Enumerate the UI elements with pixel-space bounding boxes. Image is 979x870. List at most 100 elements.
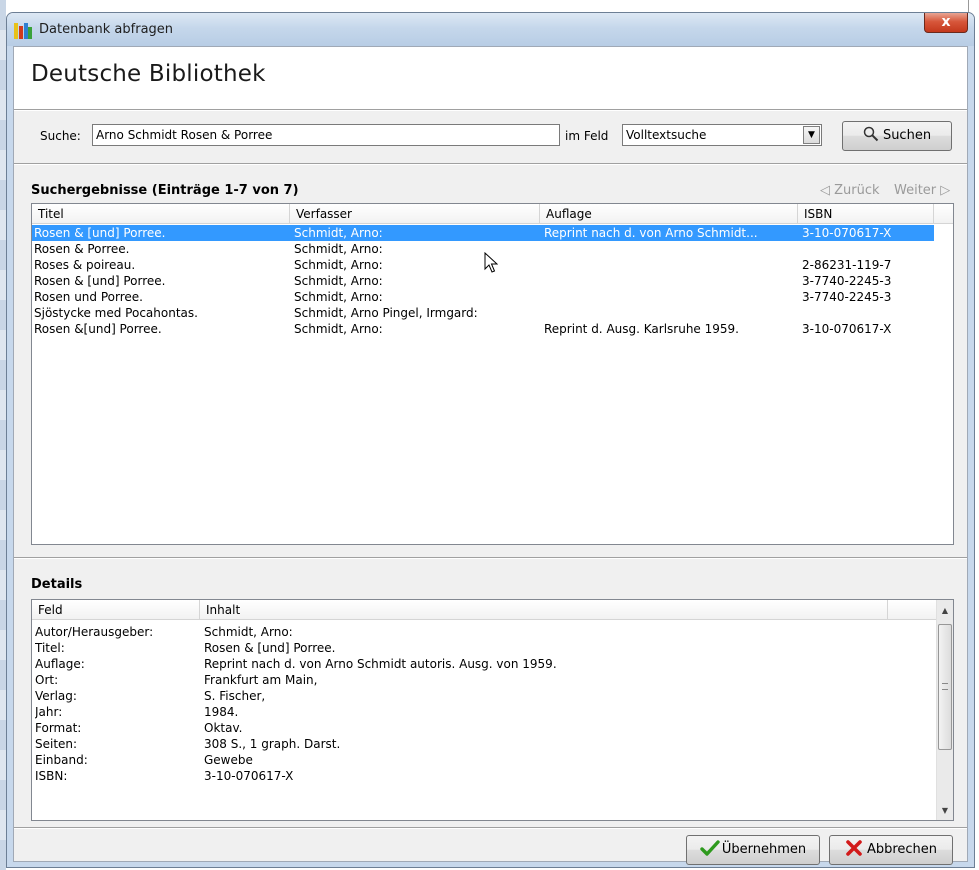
detail-value: S. Fischer, [204, 689, 266, 703]
cell-isbn: 3-7740-2245-3 [802, 274, 892, 288]
search-divider [14, 163, 967, 165]
details-title: Details [31, 577, 83, 592]
column-header-titel[interactable]: Titel [32, 204, 290, 224]
cell-verfasser: Schmidt, Arno: [294, 274, 383, 288]
window-title: Datenbank abfragen [39, 22, 174, 37]
scroll-down-icon[interactable]: ▼ [937, 802, 953, 819]
close-button[interactable]: x [924, 13, 968, 33]
table-row[interactable]: Rosen & [und] Porree. Schmidt, Arno: Rep… [32, 225, 934, 241]
books-icon [14, 23, 32, 39]
accept-button[interactable]: Übernehmen [686, 835, 820, 865]
detail-field: ISBN: [35, 769, 68, 783]
cell-auflage: Reprint d. Ausg. Karlsruhe 1959. [544, 322, 739, 336]
next-label: Weiter [894, 183, 937, 198]
cell-titel: Rosen & Porree. [34, 242, 130, 256]
cancel-button[interactable]: Abbrechen [829, 835, 953, 865]
table-row[interactable]: Roses & poireau. Schmidt, Arno: 2-86231-… [32, 257, 934, 273]
chevron-down-icon[interactable]: ▼ [803, 126, 820, 144]
scroll-up-icon[interactable]: ▲ [937, 602, 953, 619]
mouse-cursor-icon [484, 252, 498, 273]
detail-row[interactable]: Jahr: 1984. [32, 704, 938, 720]
detail-row[interactable]: Verlag: S. Fischer, [32, 688, 938, 704]
table-row[interactable]: Sjöstycke med Pocahontas. Schmidt, Arno … [32, 305, 934, 321]
prev-label: Zurück [834, 183, 880, 198]
header-divider [14, 109, 967, 111]
cell-titel: Rosen & [und] Porree. [34, 226, 166, 240]
detail-value: Oktav. [204, 721, 243, 735]
detail-value: 308 S., 1 graph. Darst. [204, 737, 341, 751]
detail-row[interactable]: Autor/Herausgeber: Schmidt, Arno: [32, 624, 938, 640]
accept-button-label: Übernehmen [721, 842, 807, 857]
table-row[interactable]: Rosen & [und] Porree. Schmidt, Arno: 3-7… [32, 273, 934, 289]
detail-field: Ort: [35, 673, 59, 687]
cancel-button-label: Abbrechen [866, 842, 938, 857]
cell-titel: Rosen &[und] Porree. [34, 322, 162, 336]
table-row[interactable]: Rosen und Porree. Schmidt, Arno: 3-7740-… [32, 289, 934, 305]
magnifier-icon [863, 126, 879, 142]
cell-titel: Sjöstycke med Pocahontas. [34, 306, 198, 320]
red-x-icon [846, 840, 862, 856]
column-header-filler [934, 204, 953, 224]
cell-verfasser: Schmidt, Arno: [294, 290, 383, 304]
search-button-label: Suchen [882, 128, 932, 143]
field-label: im Feld [565, 129, 609, 143]
dialog-client-area: Deutsche Bibliothek Suche: Arno Schmidt … [13, 46, 968, 865]
header-panel: Deutsche Bibliothek [14, 47, 967, 109]
column-header-filler [888, 600, 938, 620]
detail-value: Rosen & [und] Porree. [204, 641, 336, 655]
detail-row[interactable]: Auflage: Reprint nach d. von Arno Schmid… [32, 656, 938, 672]
detail-row[interactable]: Einband: Gewebe [32, 752, 938, 768]
triangle-right-icon: ▷ [940, 183, 951, 198]
footer-divider [14, 827, 967, 829]
grip-icon [942, 683, 948, 690]
cell-titel: Rosen & [und] Porree. [34, 274, 166, 288]
scrollbar-thumb[interactable] [938, 624, 952, 750]
prev-link[interactable]: ◁ Zurück [820, 183, 880, 198]
details-scrollbar[interactable]: ▲ ▼ [936, 600, 953, 820]
detail-row[interactable]: Format: Oktav. [32, 720, 938, 736]
triangle-left-icon: ◁ [820, 183, 830, 198]
detail-row[interactable]: Ort: Frankfurt am Main, [32, 672, 938, 688]
column-header-inhalt[interactable]: Inhalt [200, 600, 888, 620]
next-link[interactable]: Weiter ▷ [894, 183, 950, 198]
cell-verfasser: Schmidt, Arno Pingel, Irmgard: [294, 306, 478, 320]
details-list[interactable]: Feld Inhalt Autor/Herausgeber: Schmidt, … [31, 599, 954, 821]
search-button[interactable]: Suchen [842, 121, 952, 151]
dialog-window: Datenbank abfragen x Deutsche Bibliothek… [6, 12, 975, 868]
cell-verfasser: Schmidt, Arno: [294, 226, 383, 240]
detail-value: Gewebe [204, 753, 253, 767]
detail-row[interactable]: ISBN: 3-10-070617-X [32, 768, 938, 784]
field-select[interactable]: Volltextsuche ▼ [622, 124, 822, 146]
results-title: Suchergebnisse (Einträge 1-7 von 7) [31, 183, 299, 198]
detail-row[interactable]: Seiten: 308 S., 1 graph. Darst. [32, 736, 938, 752]
column-header-verfasser[interactable]: Verfasser [290, 204, 540, 224]
detail-field: Seiten: [35, 737, 78, 751]
detail-field: Format: [35, 721, 82, 735]
cell-isbn: 2-86231-119-7 [802, 258, 892, 272]
detail-value: 3-10-070617-X [204, 769, 294, 783]
column-header-isbn[interactable]: ISBN [798, 204, 934, 224]
cell-verfasser: Schmidt, Arno: [294, 322, 383, 336]
field-select-value: Volltextsuche [626, 128, 707, 142]
search-input[interactable]: Arno Schmidt Rosen & Porree [92, 124, 560, 146]
cell-titel: Rosen und Porree. [34, 290, 143, 304]
cell-isbn: 3-10-070617-X [802, 322, 892, 336]
detail-field: Autor/Herausgeber: [35, 625, 154, 639]
checkmark-icon [700, 840, 720, 856]
detail-field: Jahr: [35, 705, 63, 719]
search-label: Suche: [40, 129, 81, 143]
cell-isbn: 3-10-070617-X [802, 226, 892, 240]
title-bar[interactable]: Datenbank abfragen x [7, 13, 974, 46]
table-row[interactable]: Rosen & Porree. Schmidt, Arno: [32, 241, 934, 257]
cell-verfasser: Schmidt, Arno: [294, 242, 383, 256]
background-line [968, 0, 969, 12]
column-header-auflage[interactable]: Auflage [540, 204, 798, 224]
detail-row[interactable]: Titel: Rosen & [und] Porree. [32, 640, 938, 656]
column-header-feld[interactable]: Feld [32, 600, 200, 620]
page-title: Deutsche Bibliothek [31, 61, 266, 87]
detail-field: Verlag: [35, 689, 77, 703]
detail-field: Einband: [35, 753, 88, 767]
cell-titel: Roses & poireau. [34, 258, 136, 272]
table-row[interactable]: Rosen &[und] Porree. Schmidt, Arno: Repr… [32, 321, 934, 337]
detail-value: Reprint nach d. von Arno Schmidt autoris… [204, 657, 557, 671]
